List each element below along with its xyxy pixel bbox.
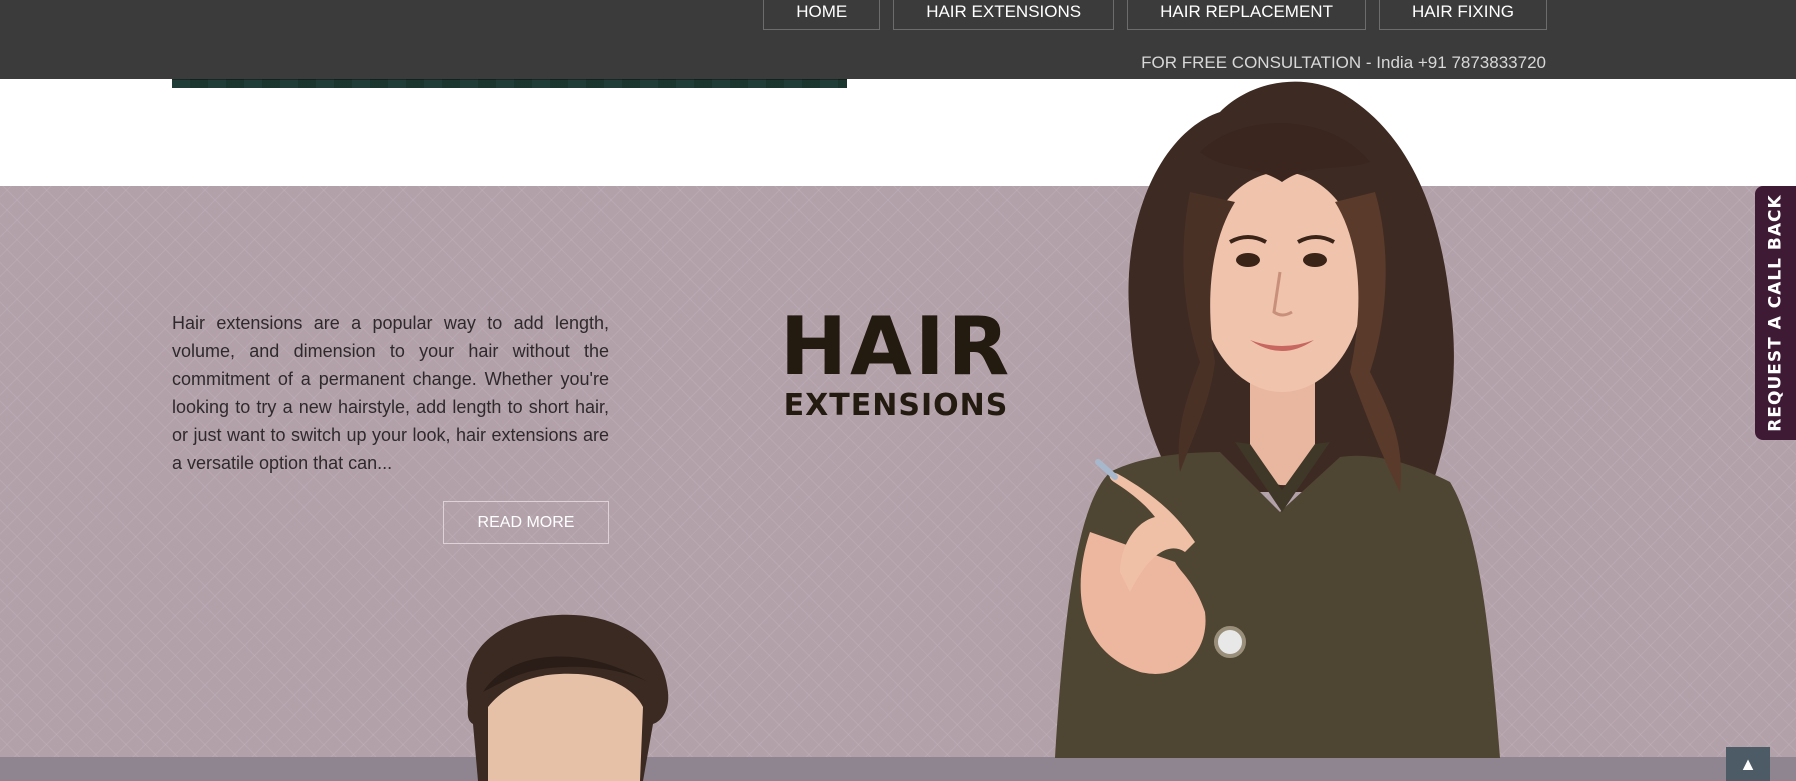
main-nav: HOME HAIR EXTENSIONS HAIR REPLACEMENT HA… bbox=[763, 0, 1547, 30]
nav-hair-extensions[interactable]: HAIR EXTENSIONS bbox=[893, 0, 1115, 30]
heading-hair: HAIR bbox=[780, 300, 1013, 393]
section-heading: HAIR EXTENSIONS bbox=[780, 305, 1012, 423]
woman-model-image bbox=[1055, 81, 1500, 758]
heading-extensions: EXTENSIONS bbox=[783, 388, 1009, 423]
section-divider bbox=[0, 757, 1796, 781]
request-call-back-tab[interactable]: REQUEST A CALL BACK bbox=[1755, 186, 1796, 440]
section-description: Hair extensions are a popular way to add… bbox=[172, 313, 609, 473]
scroll-to-top-button[interactable]: ▲ bbox=[1726, 747, 1770, 781]
request-call-back-label: REQUEST A CALL BACK bbox=[1765, 194, 1786, 432]
man-model-image bbox=[466, 614, 669, 781]
nav-hair-replacement[interactable]: HAIR REPLACEMENT bbox=[1127, 0, 1366, 30]
arrow-up-icon: ▲ bbox=[1739, 753, 1757, 774]
consultation-phone: FOR FREE CONSULTATION - India +91 787383… bbox=[1141, 53, 1546, 72]
nav-home[interactable]: HOME bbox=[763, 0, 881, 30]
read-more-button[interactable]: READ MORE bbox=[443, 501, 609, 544]
nav-hair-fixing[interactable]: HAIR FIXING bbox=[1378, 0, 1547, 30]
